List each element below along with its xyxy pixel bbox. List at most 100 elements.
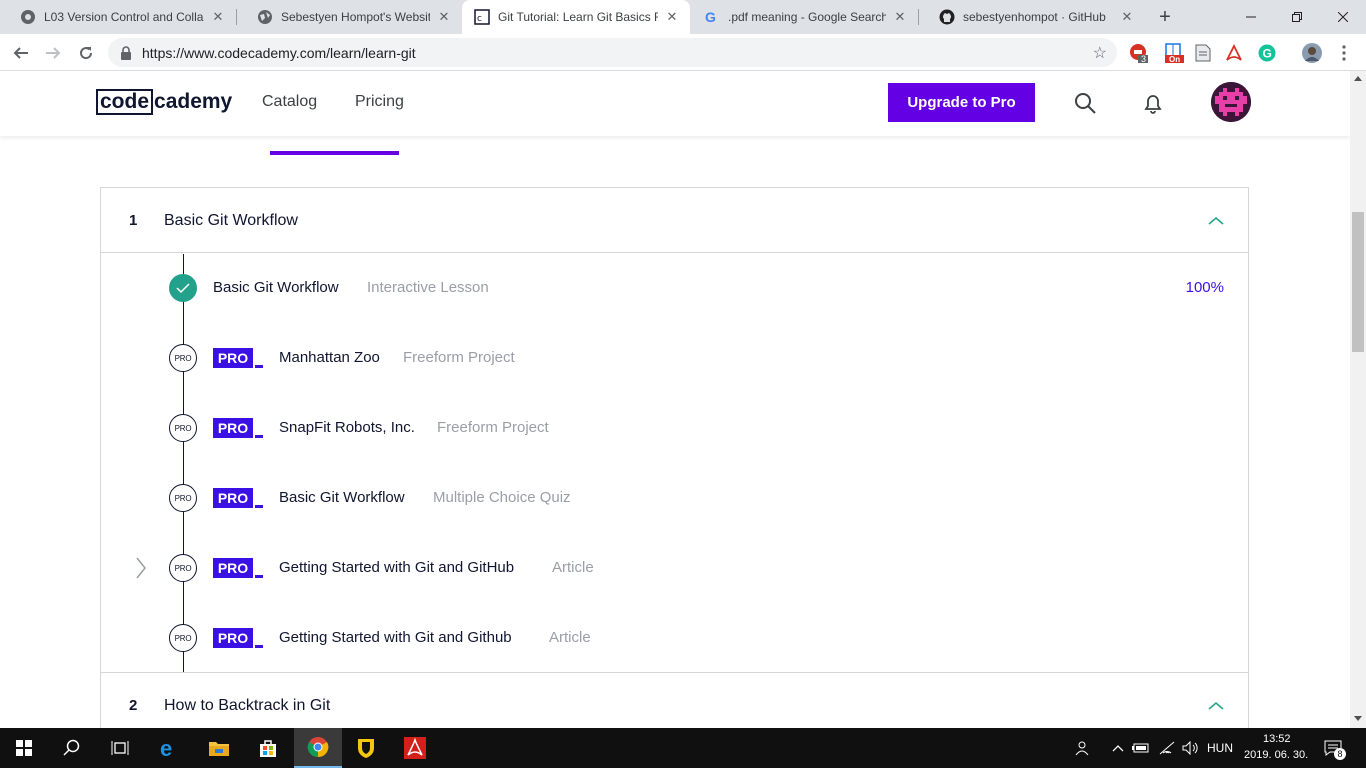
browser-tab-4[interactable]: G .pdf meaning - Google Search ✕ xyxy=(690,0,918,34)
article-item[interactable]: PRO PRO Getting Started with Git and Git… xyxy=(101,548,1248,588)
upgrade-to-pro-button[interactable]: Upgrade to Pro xyxy=(888,83,1035,122)
pro-badge-label: PRO xyxy=(213,348,253,368)
browser-tab-5[interactable]: sebestyenhompot · GitHub ✕ xyxy=(919,0,1145,34)
chevron-up-icon[interactable] xyxy=(1208,701,1224,711)
browser-tab-1[interactable]: L03 Version Control and Collab ✕ xyxy=(0,0,236,34)
scroll-down-arrow-icon[interactable] xyxy=(1354,716,1362,721)
nav-pricing-link[interactable]: Pricing xyxy=(355,93,404,111)
svg-text:G: G xyxy=(1263,47,1272,61)
cursor-mark xyxy=(255,505,263,508)
task-view-button[interactable] xyxy=(96,728,144,768)
taskbar-security-button[interactable] xyxy=(342,728,390,768)
scroll-up-arrow-icon[interactable] xyxy=(1354,76,1362,81)
minimize-icon xyxy=(1246,16,1256,18)
cursor-mark xyxy=(255,365,263,368)
on-badge: On xyxy=(1169,55,1181,64)
quiz-item[interactable]: PRO PRO Basic Git Workflow Multiple Choi… xyxy=(101,478,1248,518)
clock-date[interactable]: 2019. 06. 30. xyxy=(1244,749,1308,761)
item-title[interactable]: Getting Started with Git and Github xyxy=(279,629,512,646)
acrobat-icon xyxy=(404,737,426,759)
close-window-button[interactable] xyxy=(1320,0,1366,34)
completed-status xyxy=(169,274,197,302)
document-extension-icon[interactable] xyxy=(1193,43,1213,63)
svg-text:e: e xyxy=(160,737,172,759)
action-center-icon[interactable]: 8 xyxy=(1323,738,1346,760)
tab-close-icon[interactable]: ✕ xyxy=(210,9,226,25)
codecademy-logo[interactable]: code cademy xyxy=(96,88,232,116)
item-type: Article xyxy=(549,629,591,646)
lesson-item[interactable]: Basic Git Workflow Interactive Lesson 10… xyxy=(101,268,1248,308)
chevron-up-icon[interactable] xyxy=(1108,738,1128,758)
search-icon xyxy=(63,739,80,756)
module-header-2[interactable]: 2 How to Backtrack in Git xyxy=(101,673,1248,728)
battery-icon[interactable] xyxy=(1131,738,1151,758)
scrollbar-thumb[interactable] xyxy=(1352,212,1364,352)
globe-icon xyxy=(257,9,273,25)
reload-button[interactable] xyxy=(73,40,99,66)
browser-menu-icon[interactable] xyxy=(1334,43,1354,63)
start-button[interactable] xyxy=(0,728,48,768)
page-scrollbar[interactable] xyxy=(1350,71,1366,728)
project-item[interactable]: PRO PRO SnapFit Robots, Inc. Freeform Pr… xyxy=(101,408,1248,448)
input-language[interactable]: HUN xyxy=(1207,741,1233,755)
arrow-left-icon xyxy=(13,47,28,59)
minimize-button[interactable] xyxy=(1228,0,1274,34)
search-icon[interactable] xyxy=(1073,91,1097,115)
chevron-right-icon[interactable] xyxy=(135,556,147,580)
profile-avatar-icon[interactable] xyxy=(1302,43,1322,63)
tab-close-icon[interactable]: ✕ xyxy=(436,9,452,25)
taskbar-edge-button[interactable]: e xyxy=(146,728,194,768)
pro-badge-label: PRO xyxy=(213,418,253,438)
pro-badge: PRO xyxy=(213,628,263,648)
restore-button[interactable] xyxy=(1274,0,1320,34)
store-icon xyxy=(260,740,276,757)
taskbar-store-button[interactable] xyxy=(244,728,292,768)
wifi-icon[interactable] xyxy=(1157,738,1177,758)
adblock-extension-icon[interactable]: 3 xyxy=(1129,43,1149,64)
pro-badge-label: PRO xyxy=(213,558,253,578)
item-progress: 100% xyxy=(1185,279,1224,296)
module-header-1[interactable]: 1 Basic Git Workflow xyxy=(101,188,1248,253)
bookmark-star-icon[interactable]: ☆ xyxy=(1093,43,1107,63)
item-type: Article xyxy=(552,559,594,576)
chevron-up-icon[interactable] xyxy=(1208,216,1224,226)
bell-icon[interactable] xyxy=(1141,91,1165,115)
project-item[interactable]: PRO PRO Manhattan Zoo Freeform Project xyxy=(101,338,1248,378)
item-title[interactable]: Getting Started with Git and GitHub xyxy=(279,559,514,576)
nav-catalog-link[interactable]: Catalog xyxy=(262,93,317,111)
taskbar-chrome-button[interactable] xyxy=(294,728,342,768)
lock-icon xyxy=(121,45,131,60)
cursor-mark xyxy=(255,435,263,438)
new-tab-button[interactable]: + xyxy=(1154,6,1176,28)
dictionary-extension-icon[interactable]: On xyxy=(1164,43,1184,64)
acrobat-extension-icon[interactable] xyxy=(1224,43,1244,63)
tab-title: Git Tutorial: Learn Git Basics Fo xyxy=(498,10,658,24)
item-title[interactable]: SnapFit Robots, Inc. xyxy=(279,419,415,436)
taskbar-search-button[interactable] xyxy=(48,728,96,768)
people-icon[interactable] xyxy=(1072,738,1092,758)
volume-icon[interactable] xyxy=(1180,738,1200,758)
tab-close-icon[interactable]: ✕ xyxy=(664,9,680,25)
article-item[interactable]: PRO PRO Getting Started with Git and Git… xyxy=(101,618,1248,658)
pro-status-circle: PRO xyxy=(169,554,197,582)
browser-tab-3[interactable]: c Git Tutorial: Learn Git Basics Fo ✕ xyxy=(462,0,690,34)
logo-rest-text: cademy xyxy=(154,90,233,113)
cursor-mark xyxy=(255,645,263,648)
address-bar[interactable]: https://www.codecademy.com/learn/learn-g… xyxy=(108,38,1117,67)
item-title[interactable]: Manhattan Zoo xyxy=(279,349,380,366)
tab-close-icon[interactable]: ✕ xyxy=(892,9,908,25)
module-title: How to Backtrack in Git xyxy=(164,696,331,714)
item-title[interactable]: Basic Git Workflow xyxy=(213,279,339,296)
logo-boxed-text: code xyxy=(96,89,154,115)
browser-tab-2[interactable]: Sebestyen Hompot's Website ✕ xyxy=(237,0,462,34)
user-avatar[interactable] xyxy=(1211,82,1251,122)
back-button[interactable] xyxy=(8,40,34,66)
taskbar-acrobat-button[interactable] xyxy=(391,728,439,768)
taskbar-explorer-button[interactable] xyxy=(195,728,243,768)
tab-close-icon[interactable]: ✕ xyxy=(1119,9,1135,25)
item-title[interactable]: Basic Git Workflow xyxy=(279,489,405,506)
clock-time[interactable]: 13:52 xyxy=(1263,733,1291,745)
grammarly-extension-icon[interactable]: G xyxy=(1257,43,1277,63)
item-type: Freeform Project xyxy=(437,419,549,436)
forward-button[interactable] xyxy=(40,40,66,66)
